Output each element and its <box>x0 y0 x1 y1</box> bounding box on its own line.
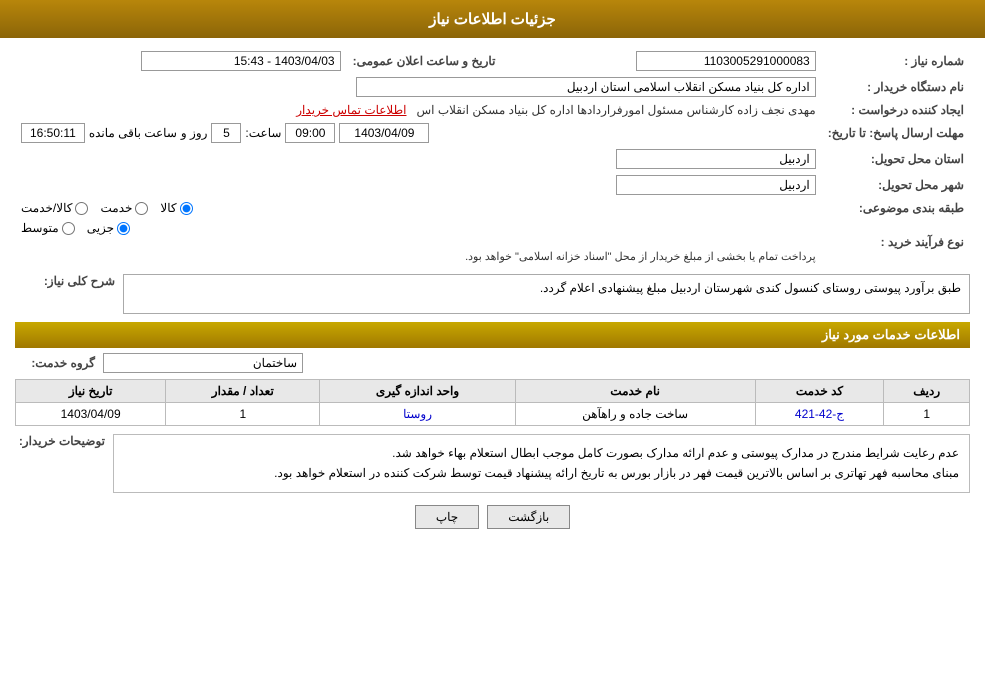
cell-tarikh: 1403/04/09 <box>16 403 166 426</box>
farayand-row: نوع فرآیند خرید : متوسط جزیی پرداخت تم <box>15 218 970 266</box>
col-radif: ردیف <box>884 380 970 403</box>
cell-vahed: روستا <box>320 403 515 426</box>
page-title: جزئیات اطلاعات نیاز <box>429 11 556 28</box>
tarikh-input-value: 1403/04/09 <box>339 123 429 143</box>
mande-label: ساعت باقی مانده <box>89 126 177 140</box>
print-button[interactable]: چاپ <box>415 505 479 529</box>
buyer-desc-box: عدم رعایت شرایط مندرج در مدارک پیوستی و … <box>113 434 970 493</box>
jozi-label: جزیی <box>87 221 114 235</box>
services-table: ردیف کد خدمت نام خدمت واحد اندازه گیری ت… <box>15 379 970 426</box>
sharh-box: طبق برآورد پیوستی روستای کنسول کندی شهرس… <box>123 274 970 314</box>
buyer-desc-line1: عدم رعایت شرایط مندرج در مدارک پیوستی و … <box>124 443 959 463</box>
mande-value: 16:50:11 <box>21 123 85 143</box>
col-tedad: تعداد / مقدار <box>166 380 320 403</box>
radio-kala-input[interactable] <box>180 202 193 215</box>
grooh-row: گروه خدمت: <box>15 353 970 373</box>
table-body: 1 ج-42-421 ساخت جاده و راهآهن روستا 1 14… <box>16 403 970 426</box>
pardakht-text: پرداخت تمام یا بخشی از مبلغ خریدار از مح… <box>465 251 816 263</box>
page-header: جزئیات اطلاعات نیاز <box>0 0 985 38</box>
motavasset-label: متوسط <box>21 221 59 235</box>
shahr-label: شهر محل تحویل: <box>822 172 970 198</box>
shomara-niaz-label: شماره نیاز : <box>822 48 970 74</box>
cell-nam: ساخت جاده و راهآهن <box>515 403 755 426</box>
shahr-value <box>15 172 822 198</box>
dastgah-label: نام دستگاه خریدار : <box>822 74 970 100</box>
tarikh-elam-label: تاریخ و ساعت اعلان عمومی: <box>347 48 502 74</box>
header-row: ردیف کد خدمت نام خدمت واحد اندازه گیری ت… <box>16 380 970 403</box>
cell-radif: 1 <box>884 403 970 426</box>
ijad-label: ایجاد کننده درخواست : <box>822 100 970 120</box>
buyer-desc-section: توضیحات خریدار: عدم رعایت شرایط مندرج در… <box>15 434 970 493</box>
radio-khedmat: خدمت <box>100 201 148 215</box>
radio-kala-khedmat: کالا/خدمت <box>21 201 88 215</box>
back-button[interactable]: بازگشت <box>487 505 570 529</box>
ijad-row: ایجاد کننده درخواست : مهدی نجف زاده کارش… <box>15 100 970 120</box>
shahr-row: شهر محل تحویل: <box>15 172 970 198</box>
ruz-label: روز و <box>181 126 208 140</box>
info-table: شماره نیاز : تاریخ و ساعت اعلان عمومی: ن… <box>15 48 970 266</box>
farayand-radio-group: متوسط جزیی <box>21 221 816 235</box>
ostan-value <box>15 146 822 172</box>
shahr-input[interactable] <box>616 175 816 195</box>
radio-kala-khedmat-input[interactable] <box>75 202 88 215</box>
radio-motavasset-input[interactable] <box>62 222 75 235</box>
farayand-value: متوسط جزیی پرداخت تمام یا بخشی از مبلغ خ… <box>15 218 822 266</box>
tabaqe-label: طبقه بندی موضوعی: <box>822 198 970 218</box>
kala-label-radio: کالا <box>160 201 176 215</box>
ostan-row: استان محل تحویل: <box>15 146 970 172</box>
radio-khedmat-input[interactable] <box>135 202 148 215</box>
kala-khedmat-label: کالا/خدمت <box>21 201 72 215</box>
tarikh-row: مهلت ارسال پاسخ: تا تاریخ: 16:50:11 ساعت… <box>15 120 970 146</box>
tarikh-value-cell: 16:50:11 ساعت باقی مانده روز و 5 ساعت: 0… <box>15 120 822 146</box>
shomara-niaz-input[interactable] <box>636 51 816 71</box>
col-tarikh: تاریخ نیاز <box>16 380 166 403</box>
ijad-text: مهدی نجف زاده کارشناس مسئول امورفرارداده… <box>417 103 816 117</box>
sharh-value: طبق برآورد پیوستی روستای کنسول کندی شهرس… <box>540 281 961 295</box>
ostan-input[interactable] <box>616 149 816 169</box>
dastgah-value <box>15 74 822 100</box>
shomara-niaz-value <box>521 48 821 74</box>
radio-jozi-input[interactable] <box>117 222 130 235</box>
radio-jozi: جزیی <box>87 221 130 235</box>
content-area: شماره نیاز : تاریخ و ساعت اعلان عمومی: ن… <box>0 38 985 551</box>
saat-label: ساعت: <box>245 126 281 140</box>
buyer-desc-line2: مبنای محاسبه فهر تهاتری بر اساس بالاترین… <box>124 463 959 483</box>
col-vahed: واحد اندازه گیری <box>320 380 515 403</box>
khedmat-label-radio: خدمت <box>100 201 132 215</box>
cell-tedad: 1 <box>166 403 320 426</box>
saat-value: 09:00 <box>285 123 335 143</box>
col-code: کد خدمت <box>755 380 884 403</box>
grooh-label: گروه خدمت: <box>15 356 95 370</box>
dastgah-row: نام دستگاه خریدار : <box>15 74 970 100</box>
ijad-value: مهدی نجف زاده کارشناس مسئول امورفرارداده… <box>15 100 822 120</box>
sharh-section: شرح کلی نیاز: طبق برآورد پیوستی روستای ک… <box>15 274 970 314</box>
ruz-value: 5 <box>211 123 241 143</box>
contact-link[interactable]: اطلاعات تماس خریدار <box>296 103 406 117</box>
tarikh-elam-value <box>15 48 347 74</box>
cell-code: ج-42-421 <box>755 403 884 426</box>
ostan-label: استان محل تحویل: <box>822 146 970 172</box>
page-wrapper: جزئیات اطلاعات نیاز شماره نیاز : تاریخ و… <box>0 0 985 691</box>
sharh-label: شرح کلی نیاز: <box>15 274 115 288</box>
buyer-desc-label: توضیحات خریدار: <box>15 434 105 448</box>
radio-motavasset: متوسط <box>21 221 75 235</box>
tabaqe-row: طبقه بندی موضوعی: کالا/خدمت خدمت کالا <box>15 198 970 218</box>
time-row: 16:50:11 ساعت باقی مانده روز و 5 ساعت: 0… <box>21 123 816 143</box>
table-row: 1 ج-42-421 ساخت جاده و راهآهن روستا 1 14… <box>16 403 970 426</box>
table-header: ردیف کد خدمت نام خدمت واحد اندازه گیری ت… <box>16 380 970 403</box>
khedamat-header: اطلاعات خدمات مورد نیاز <box>15 322 970 348</box>
shomara-row: شماره نیاز : تاریخ و ساعت اعلان عمومی: <box>15 48 970 74</box>
radio-kala: کالا <box>160 201 192 215</box>
col-nam: نام خدمت <box>515 380 755 403</box>
footer-buttons: بازگشت چاپ <box>15 493 970 541</box>
tarikh-elam-input[interactable] <box>141 51 341 71</box>
farayand-label: نوع فرآیند خرید : <box>822 218 970 266</box>
tabaqe-radios: کالا/خدمت خدمت کالا <box>15 198 822 218</box>
dastgah-input[interactable] <box>356 77 816 97</box>
tabaqe-radio-group: کالا/خدمت خدمت کالا <box>21 201 816 215</box>
tarikh-label: مهلت ارسال پاسخ: تا تاریخ: <box>822 120 970 146</box>
grooh-input[interactable] <box>103 353 303 373</box>
